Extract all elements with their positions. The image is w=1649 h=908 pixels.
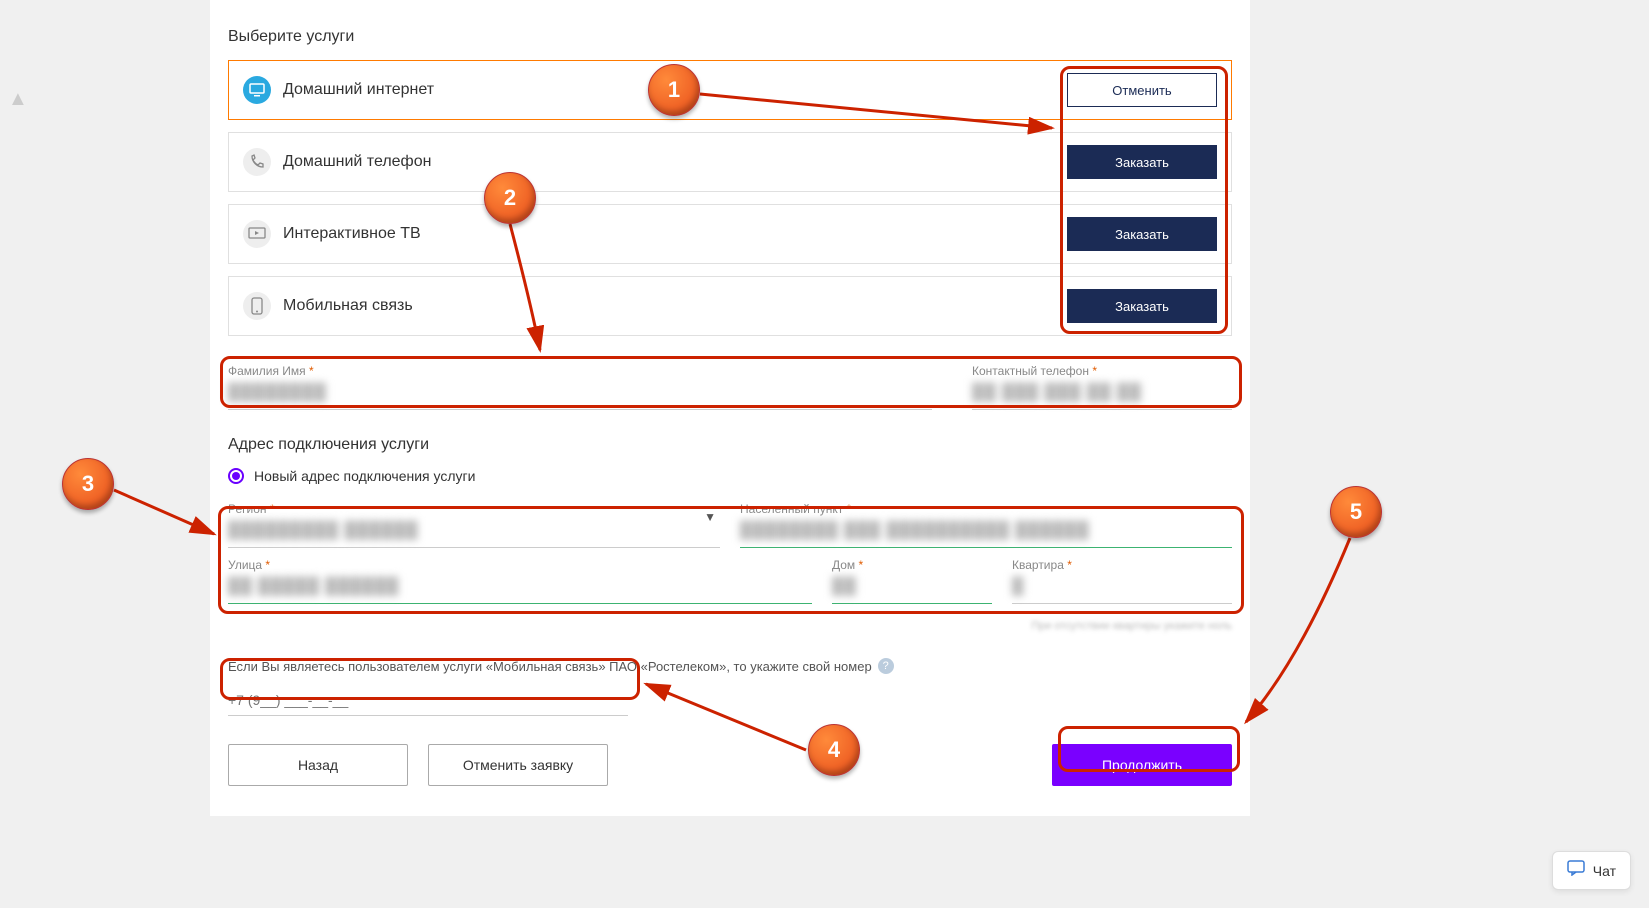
callout-4: 4	[808, 724, 860, 776]
region-label: Регион	[228, 502, 267, 516]
chat-icon	[1567, 860, 1585, 881]
name-label: Фамилия Имя	[228, 364, 306, 378]
service-name: Интерактивное ТВ	[283, 225, 421, 243]
service-cancel-button[interactable]: Отменить	[1067, 73, 1217, 107]
person-row: Фамилия Имя * ████████ Контактный телефо…	[228, 364, 1232, 402]
service-name: Домашний интернет	[283, 81, 434, 99]
address-title: Адрес подключения услуги	[228, 436, 1232, 454]
blurred-value: ██	[832, 578, 992, 596]
service-row-phone: Домашний телефон Заказать	[228, 132, 1232, 192]
chat-label: Чат	[1593, 863, 1616, 879]
service-order-button[interactable]: Заказать	[1067, 289, 1217, 323]
field-street: Улица * ██ █████ ██████	[228, 558, 812, 596]
help-icon[interactable]: ?	[878, 658, 894, 674]
cancel-request-button[interactable]: Отменить заявку	[428, 744, 608, 786]
blurred-value: █	[1012, 578, 1232, 596]
address-radio-row[interactable]: Новый адрес подключения услуги	[228, 468, 1232, 484]
house-label: Дом	[832, 558, 855, 572]
services-title: Выберите услуги	[228, 28, 1232, 46]
blurred-value: ████████	[228, 384, 932, 402]
field-contact-phone: Контактный телефон * ██ ███ ███ ██ ██	[972, 364, 1232, 402]
phone-icon	[243, 148, 271, 176]
page-root: ▲ Выберите услуги Домашний интернет Отме…	[0, 0, 1649, 908]
field-house: Дом * ██	[832, 558, 992, 596]
form-card: Выберите услуги Домашний интернет Отмени…	[210, 0, 1250, 816]
service-order-button[interactable]: Заказать	[1067, 217, 1217, 251]
service-left: Домашний интернет	[243, 76, 434, 104]
mobile-icon	[243, 292, 271, 320]
blurred-value: ██ █████ ██████	[228, 578, 812, 596]
mobile-hint-text: Если Вы являетесь пользователем услуги «…	[228, 659, 872, 674]
back-button[interactable]: Назад	[228, 744, 408, 786]
chevron-down-icon: ▼	[704, 510, 716, 524]
field-region: Регион * █████████ ██████ ▼	[228, 502, 720, 540]
service-row-mobile: Мобильная связь Заказать	[228, 276, 1232, 336]
service-name: Мобильная связь	[283, 297, 413, 315]
apt-label: Квартира	[1012, 558, 1064, 572]
street-label: Улица	[228, 558, 262, 572]
phone-label: Контактный телефон	[972, 364, 1089, 378]
callout-5: 5	[1330, 486, 1382, 538]
continue-button[interactable]: Продолжить	[1052, 744, 1232, 786]
callout-3: 3	[62, 458, 114, 510]
callout-2: 2	[484, 172, 536, 224]
field-apt: Квартира * █	[1012, 558, 1232, 596]
scroll-up-icon[interactable]: ▲	[8, 88, 28, 111]
radio-icon	[228, 468, 244, 484]
chat-widget[interactable]: Чат	[1552, 851, 1631, 890]
blurred-value: ████████ ███ ██████████ ██████	[740, 522, 1232, 540]
footer-buttons: Назад Отменить заявку Продолжить	[228, 744, 1232, 786]
service-row-internet: Домашний интернет Отменить	[228, 60, 1232, 120]
service-row-tv: Интерактивное ТВ Заказать	[228, 204, 1232, 264]
field-name: Фамилия Имя * ████████	[228, 364, 932, 402]
blurred-value: █████████ ██████	[228, 522, 720, 540]
mobile-number-input[interactable]	[228, 684, 628, 716]
address-grid: Регион * █████████ ██████ ▼ Населенный п…	[228, 502, 1232, 632]
address-radio-label: Новый адрес подключения услуги	[254, 468, 475, 484]
city-label: Населенный пункт	[740, 502, 843, 516]
field-city: Населенный пункт * ████████ ███ ████████…	[740, 502, 1232, 540]
apt-hint: При отсутствии квартиры укажите ноль	[228, 620, 1232, 632]
service-order-button[interactable]: Заказать	[1067, 145, 1217, 179]
mobile-hint-row: Если Вы являетесь пользователем услуги «…	[228, 658, 1232, 674]
blurred-value: ██ ███ ███ ██ ██	[972, 384, 1232, 402]
monitor-icon	[243, 76, 271, 104]
callout-1: 1	[648, 64, 700, 116]
tv-icon	[243, 220, 271, 248]
service-name: Домашний телефон	[283, 153, 431, 171]
